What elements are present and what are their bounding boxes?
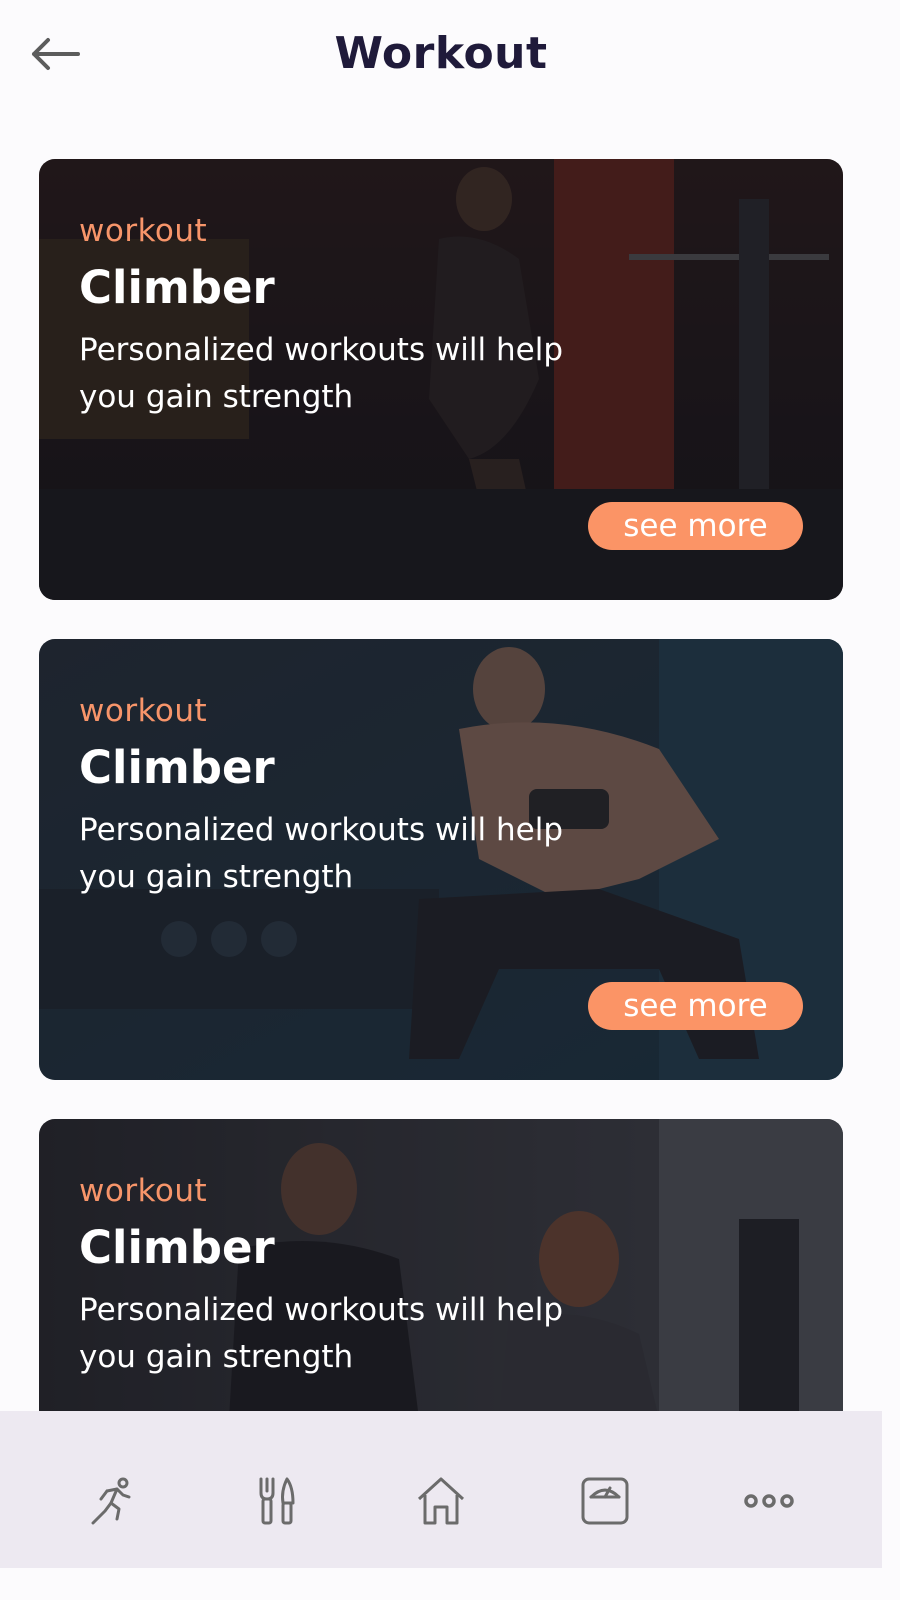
see-more-button[interactable]: see more xyxy=(588,982,803,1030)
fork-knife-icon xyxy=(259,1477,295,1525)
more-dots-icon xyxy=(744,1494,794,1508)
see-more-button[interactable]: see more xyxy=(588,502,803,550)
card-title: Climber xyxy=(79,261,275,314)
workout-card[interactable]: workout Climber Personalized workouts wi… xyxy=(39,159,843,600)
app-header: Workout xyxy=(0,0,882,112)
nav-progress[interactable] xyxy=(565,1473,645,1553)
nav-workout[interactable] xyxy=(73,1473,153,1553)
workout-card[interactable]: workout Climber Personalized workouts wi… xyxy=(39,639,843,1080)
home-icon xyxy=(417,1477,465,1525)
card-title: Climber xyxy=(79,741,275,794)
nav-diet[interactable] xyxy=(237,1473,317,1553)
page-title: Workout xyxy=(334,28,548,79)
card-description: Personalized workouts will help you gain… xyxy=(79,332,564,415)
running-icon xyxy=(91,1477,131,1525)
scale-icon xyxy=(581,1477,629,1525)
card-description: Personalized workouts will help you gain… xyxy=(79,812,564,895)
nav-home[interactable] xyxy=(401,1473,481,1553)
card-kicker: workout xyxy=(79,213,208,249)
card-kicker: workout xyxy=(79,1173,208,1209)
card-kicker: workout xyxy=(79,693,208,729)
nav-more[interactable] xyxy=(729,1473,809,1553)
bottom-nav xyxy=(0,1411,882,1568)
card-description: Personalized workouts will help you gain… xyxy=(79,1292,564,1375)
card-title: Climber xyxy=(79,1221,275,1274)
